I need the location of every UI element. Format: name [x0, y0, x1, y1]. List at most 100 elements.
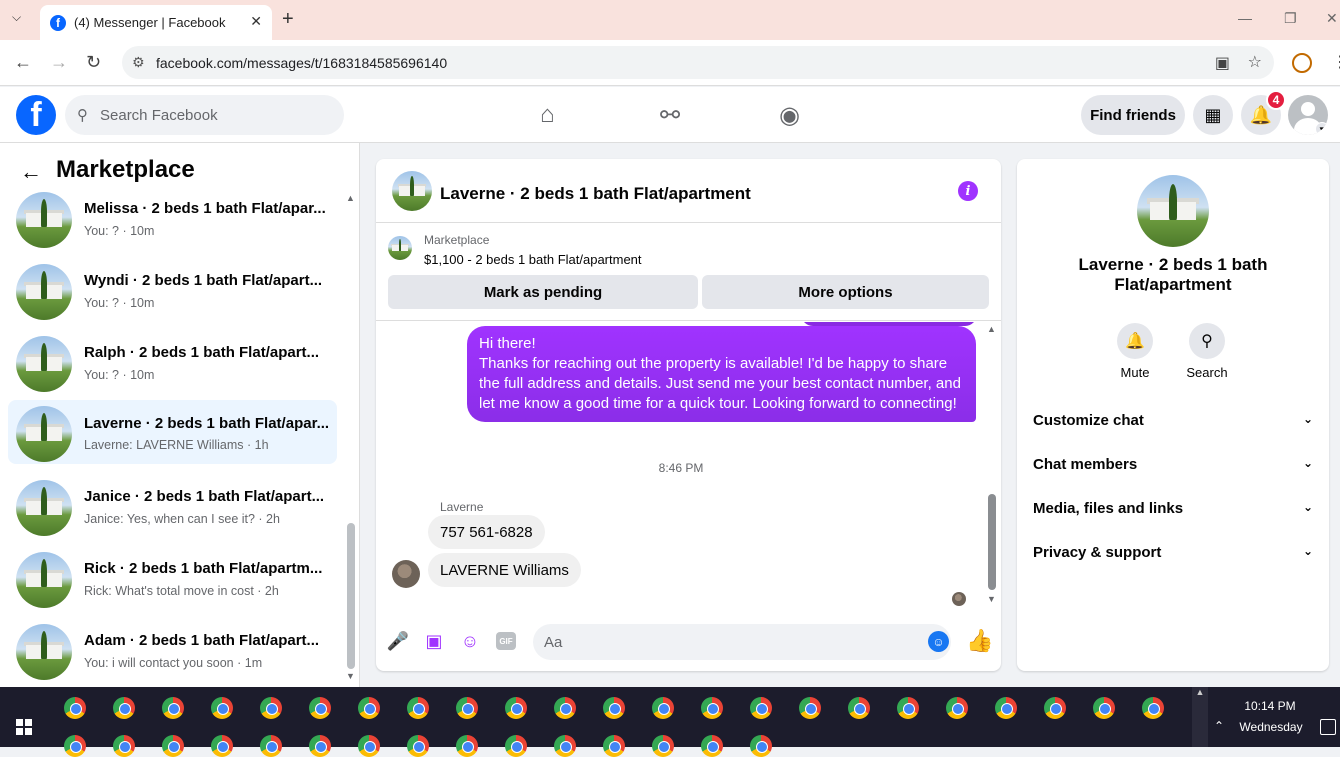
close-window-icon[interactable]: ✕	[1326, 10, 1338, 27]
chrome-taskbar-icon[interactable]	[701, 697, 723, 719]
chrome-taskbar-icon[interactable]	[309, 697, 331, 719]
incoming-message-bubble[interactable]: LAVERNE Williams	[428, 553, 581, 587]
taskbar-scroll[interactable]: ▲	[1192, 687, 1208, 747]
conversation-list-scrollbar[interactable]: ▲ ▼	[346, 193, 355, 683]
chrome-taskbar-icon[interactable]	[113, 735, 135, 757]
chrome-taskbar-icon[interactable]	[1093, 697, 1115, 719]
search-in-conversation-button[interactable]: ⚲ Search	[1167, 323, 1247, 380]
friends-icon[interactable]: ⚯	[660, 101, 680, 130]
chrome-taskbar-icon[interactable]	[554, 697, 576, 719]
chrome-taskbar-icon[interactable]	[1142, 697, 1164, 719]
menu-grid-icon[interactable]: ▦	[1193, 95, 1233, 135]
conversation-item[interactable]: Adam · 2 beds 1 bath Flat/apart... You: …	[8, 620, 337, 684]
info-icon[interactable]: i	[958, 181, 978, 201]
like-icon[interactable]: 👍	[966, 628, 993, 654]
chrome-taskbar-icon[interactable]	[162, 697, 184, 719]
chrome-taskbar-icon[interactable]	[799, 697, 821, 719]
chrome-taskbar-icon[interactable]	[701, 735, 723, 757]
conversation-item-active[interactable]: Laverne · 2 beds 1 bath Flat/apar... Lav…	[8, 400, 337, 464]
clock-day[interactable]: Wednesday	[1236, 720, 1306, 734]
address-bar[interactable]: ⚙ facebook.com/messages/t/16831845856961…	[122, 46, 1274, 79]
customize-chat-section[interactable]: Customize chat ⌄	[1025, 400, 1321, 440]
chrome-taskbar-icon[interactable]	[995, 697, 1017, 719]
chrome-taskbar-icon[interactable]	[456, 697, 478, 719]
more-options-button[interactable]: More options	[702, 275, 989, 309]
image-icon[interactable]: ▣	[423, 630, 445, 652]
conversation-item[interactable]: Rick · 2 beds 1 bath Flat/apartm... Rick…	[8, 548, 337, 612]
find-friends-button[interactable]: Find friends	[1081, 95, 1185, 135]
chrome-taskbar-icon[interactable]	[260, 735, 282, 757]
chrome-taskbar-icon[interactable]	[652, 735, 674, 757]
chrome-taskbar-icon[interactable]	[554, 735, 576, 757]
chrome-taskbar-icon[interactable]	[211, 735, 233, 757]
restore-window-icon[interactable]: ❐	[1284, 10, 1297, 27]
chat-members-section[interactable]: Chat members ⌄	[1025, 444, 1321, 484]
chat-title[interactable]: Laverne · 2 beds 1 bath Flat/apartment	[440, 184, 751, 204]
conversation-item[interactable]: Wyndi · 2 beds 1 bath Flat/apart... You:…	[8, 260, 337, 324]
chrome-taskbar-icon[interactable]	[652, 697, 674, 719]
chrome-taskbar-icon[interactable]	[407, 697, 429, 719]
search-facebook-input[interactable]: ⚲ Search Facebook	[65, 95, 344, 135]
tab-list-dropdown-icon[interactable]: ⌵	[12, 10, 21, 25]
emoji-icon[interactable]: ☺	[928, 631, 949, 652]
browser-menu-icon[interactable]: ⋮	[1332, 52, 1340, 72]
chrome-taskbar-icon[interactable]	[603, 735, 625, 757]
scroll-down-icon[interactable]: ▼	[346, 671, 355, 681]
chrome-taskbar-icon[interactable]	[750, 697, 772, 719]
chrome-taskbar-icon[interactable]	[162, 735, 184, 757]
install-app-icon[interactable]: ▣	[1215, 53, 1230, 73]
browser-profile-icon[interactable]	[1292, 53, 1312, 73]
incoming-message-bubble[interactable]: 757 561-6828	[428, 515, 545, 549]
bookmark-star-icon[interactable]: ☆	[1248, 52, 1262, 72]
chrome-taskbar-icon[interactable]	[750, 735, 772, 757]
listing-photo[interactable]	[1137, 175, 1209, 247]
chrome-taskbar-icon[interactable]	[113, 697, 135, 719]
scrollbar-thumb[interactable]	[988, 494, 996, 590]
chrome-taskbar-icon[interactable]	[309, 735, 331, 757]
notification-center-icon[interactable]	[1320, 719, 1336, 735]
close-tab-icon[interactable]: ✕	[250, 13, 262, 30]
back-icon[interactable]: ←	[14, 52, 32, 73]
chrome-taskbar-icon[interactable]	[946, 697, 968, 719]
chrome-taskbar-icon[interactable]	[505, 697, 527, 719]
chrome-taskbar-icon[interactable]	[897, 697, 919, 719]
conversation-item[interactable]: Melissa · 2 beds 1 bath Flat/apar... You…	[8, 188, 337, 252]
mark-as-pending-button[interactable]: Mark as pending	[388, 275, 698, 309]
groups-icon[interactable]: ◉	[779, 101, 800, 130]
conversation-item[interactable]: Ralph · 2 beds 1 bath Flat/apart... You:…	[8, 332, 337, 396]
scroll-up-icon[interactable]: ▲	[346, 193, 355, 203]
facebook-logo-icon[interactable]: f	[16, 95, 56, 135]
site-settings-icon[interactable]: ⚙	[132, 54, 145, 71]
scrollbar-thumb[interactable]	[347, 523, 355, 669]
chrome-taskbar-icon[interactable]	[358, 697, 380, 719]
chrome-taskbar-icon[interactable]	[1044, 697, 1066, 719]
clock-time[interactable]: 10:14 PM	[1238, 699, 1302, 713]
chat-avatar[interactable]	[392, 171, 432, 211]
chrome-taskbar-icon[interactable]	[211, 697, 233, 719]
sticker-icon[interactable]: ☺	[459, 630, 481, 652]
privacy-support-section[interactable]: Privacy & support ⌄	[1025, 532, 1321, 572]
scroll-down-icon[interactable]: ▼	[987, 594, 996, 604]
browser-tab-messenger[interactable]: f (4) Messenger | Facebook ✕	[40, 5, 272, 40]
listing-thumbnail[interactable]	[388, 236, 412, 260]
chrome-taskbar-icon[interactable]	[603, 697, 625, 719]
gif-icon[interactable]: GIF	[496, 632, 516, 650]
chrome-taskbar-icon[interactable]	[358, 735, 380, 757]
home-icon[interactable]: ⌂	[540, 101, 555, 129]
chrome-taskbar-icon[interactable]	[456, 735, 478, 757]
windows-start-icon[interactable]	[16, 719, 32, 735]
forward-icon[interactable]: →	[50, 52, 68, 73]
reload-icon[interactable]: ↻	[86, 52, 101, 73]
show-hidden-icons-icon[interactable]: ⌃	[1214, 719, 1224, 733]
chrome-taskbar-icon[interactable]	[260, 697, 282, 719]
sender-avatar[interactable]	[392, 560, 420, 588]
chrome-taskbar-icon[interactable]	[505, 735, 527, 757]
mute-button[interactable]: 🔔 Mute	[1095, 323, 1175, 380]
message-input[interactable]	[533, 624, 951, 660]
chrome-taskbar-icon[interactable]	[64, 735, 86, 757]
chrome-taskbar-icon[interactable]	[848, 697, 870, 719]
scroll-up-icon[interactable]: ▲	[987, 324, 996, 334]
chrome-taskbar-icon[interactable]	[64, 697, 86, 719]
chrome-taskbar-icon[interactable]	[407, 735, 429, 757]
outgoing-message-bubble[interactable]: Hi there! Thanks for reaching out the pr…	[467, 326, 976, 422]
